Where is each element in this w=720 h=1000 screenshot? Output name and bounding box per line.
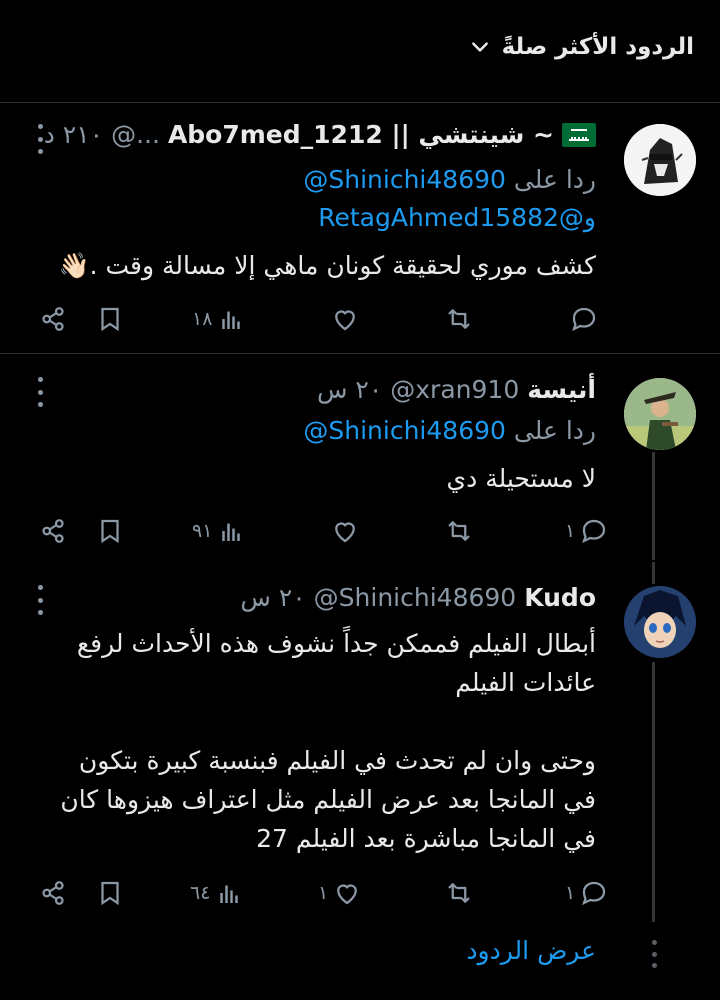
share-icon xyxy=(38,516,68,546)
saudi-flag-icon xyxy=(562,122,596,147)
views-button[interactable]: ١٨ xyxy=(192,302,246,336)
tweet-text-line: أبطال الفيلم فممكن جداً نشوف هذه الأحداث… xyxy=(76,629,596,658)
share-icon xyxy=(38,878,68,908)
tweet-text: كشف موري لحقيقة كونان ماهي إلا مسالة وقت… xyxy=(58,251,596,280)
retweet-button[interactable] xyxy=(444,876,478,910)
share-button[interactable] xyxy=(38,514,68,548)
reply-icon xyxy=(579,516,609,546)
like-button[interactable] xyxy=(326,302,360,336)
tweet-text-line: عائدات الفيلم xyxy=(455,668,596,697)
bookmark-button[interactable] xyxy=(95,514,125,548)
retweet-icon xyxy=(444,878,474,908)
reply-button[interactable] xyxy=(565,302,599,336)
reply-button[interactable]: ١ xyxy=(565,876,609,910)
heart-icon xyxy=(332,878,362,908)
display-name[interactable]: أنيسة xyxy=(527,375,596,404)
reply-icon xyxy=(579,878,609,908)
tweet-header: Kudo @Shinichi48690 ٢٠ س xyxy=(240,583,596,612)
sort-bar: الردود الأكثر صلةً xyxy=(0,0,720,103)
reply-icon xyxy=(569,304,599,334)
views-icon xyxy=(214,878,244,908)
mention-link[interactable]: @Shinichi48690 xyxy=(303,165,506,194)
bookmark-icon xyxy=(95,878,125,908)
chevron-down-icon xyxy=(470,37,490,57)
tweet-text: لا مستحيلة دي xyxy=(446,464,596,493)
bookmark-icon xyxy=(95,304,125,334)
bookmark-button[interactable] xyxy=(95,302,125,336)
share-button[interactable] xyxy=(38,876,68,910)
views-button[interactable]: ٩١ xyxy=(192,514,246,548)
tweet-text-line: وحتى وان لم تحدث في الفيلم فبنسبة كبيرة … xyxy=(78,746,596,775)
avatar[interactable] xyxy=(624,378,696,450)
avatar[interactable] xyxy=(624,586,696,658)
retweet-icon xyxy=(444,304,474,334)
display-name[interactable]: Kudo xyxy=(524,583,596,612)
reply-context: ردا على @Shinichi48690 xyxy=(303,165,596,194)
retweet-button[interactable] xyxy=(444,302,478,336)
bookmark-button[interactable] xyxy=(95,876,125,910)
share-icon xyxy=(38,304,68,334)
reply-tweet[interactable]: Kudo @Shinichi48690 ٢٠ س أبطال الفيلم فم… xyxy=(0,562,720,922)
tweet-text-line: في المانجا بعد عرض الفيلم مثل اعتراف هيز… xyxy=(60,785,596,814)
tweet-text: أبطال الفيلم فممكن جداً نشوف هذه الأحداث… xyxy=(60,624,596,858)
reply-context-2: و@RetagAhmed15882 xyxy=(318,203,596,232)
mention-link[interactable]: @Shinichi48690 xyxy=(303,416,506,445)
reply-context: ردا على @Shinichi48690 xyxy=(303,416,596,445)
tweet-header: ~ شينتشي || Abo7med_1212 @... ٢١٠ د xyxy=(44,120,596,149)
heart-icon xyxy=(330,516,360,546)
retweet-icon xyxy=(444,516,474,546)
reply-prefix: ردا على xyxy=(513,416,596,445)
views-count: ١٨ xyxy=(192,308,213,330)
sort-label: الردود الأكثر صلةً xyxy=(501,34,694,60)
like-count: ١ xyxy=(318,882,329,904)
tweet-text-line: في المانجا مباشرة بعد الفيلم 27 xyxy=(256,824,596,853)
views-icon xyxy=(216,304,246,334)
display-name[interactable]: ~ شينتشي || Abo7med_1212 xyxy=(168,120,554,149)
like-button[interactable]: ١ xyxy=(318,876,362,910)
tweet-time[interactable]: ٢٠ س xyxy=(240,583,305,612)
tweet-actions: ١٨ xyxy=(0,302,720,336)
tweet-actions: ١ ١ ٦٤ xyxy=(0,876,720,910)
user-handle[interactable]: @xran910 xyxy=(390,375,519,404)
thread-continuation-icon xyxy=(651,940,657,968)
more-options-icon[interactable] xyxy=(34,124,46,154)
reply-tweet[interactable]: ~ شينتشي || Abo7med_1212 @... ٢١٠ د ردا … xyxy=(0,103,720,354)
reply-prefix: ردا على xyxy=(513,165,596,194)
views-count: ٩١ xyxy=(192,520,213,542)
views-icon xyxy=(216,516,246,546)
tweet-actions: ١ ٩١ xyxy=(0,514,720,548)
reply-button[interactable]: ١ xyxy=(565,514,609,548)
bookmark-icon xyxy=(95,516,125,546)
reply-tweet[interactable]: أنيسة @xran910 ٢٠ س ردا على @Shinichi486… xyxy=(0,354,720,560)
retweet-button[interactable] xyxy=(444,514,478,548)
share-button[interactable] xyxy=(38,302,68,336)
tweet-time[interactable]: ٢١٠ د xyxy=(44,120,103,149)
mention-link[interactable]: و@RetagAhmed15882 xyxy=(318,203,596,232)
reply-count: ١ xyxy=(565,882,576,904)
reply-count: ١ xyxy=(565,520,576,542)
tweet-time[interactable]: ٢٠ س xyxy=(317,375,382,404)
show-replies-link[interactable]: عرض الردود xyxy=(466,936,596,965)
like-button[interactable] xyxy=(326,514,360,548)
tweet-header: أنيسة @xran910 ٢٠ س xyxy=(317,375,596,404)
thread-connector xyxy=(652,562,655,584)
user-handle[interactable]: @... xyxy=(111,120,160,149)
user-handle[interactable]: @Shinichi48690 xyxy=(314,583,517,612)
views-button[interactable]: ٦٤ xyxy=(190,876,244,910)
more-options-icon[interactable] xyxy=(34,585,46,615)
tweet-text-line xyxy=(60,702,596,741)
heart-icon xyxy=(330,304,360,334)
views-count: ٦٤ xyxy=(190,882,211,904)
avatar[interactable] xyxy=(624,124,696,196)
sort-dropdown[interactable]: الردود الأكثر صلةً xyxy=(470,34,694,60)
more-options-icon[interactable] xyxy=(34,377,46,407)
